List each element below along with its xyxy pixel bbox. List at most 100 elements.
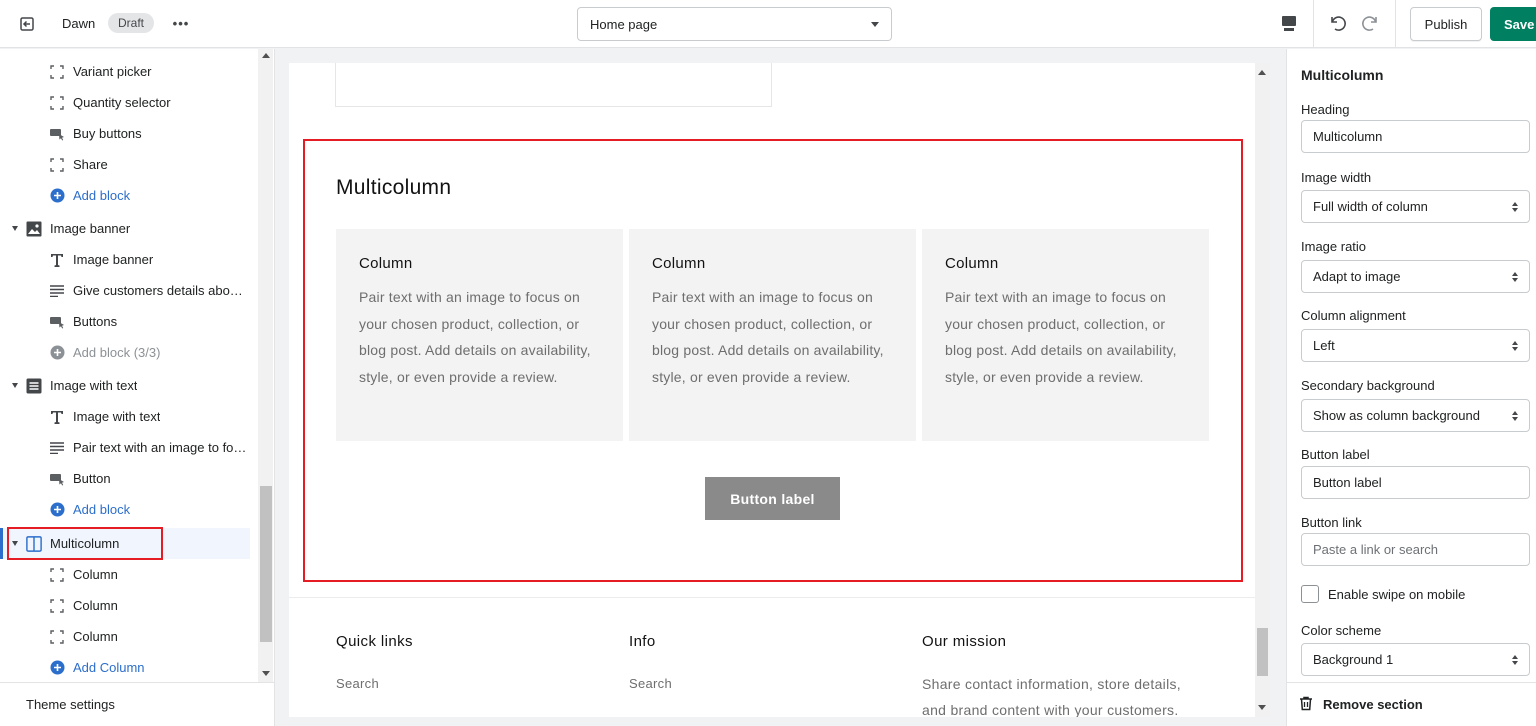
section-tree: Variant picker Quantity selector Buy but… xyxy=(0,49,258,682)
scroll-up-arrow-icon[interactable] xyxy=(262,53,270,58)
checkbox-box[interactable] xyxy=(1301,585,1319,603)
column-alignment-label: Column alignment xyxy=(1301,308,1406,323)
sidebar-item-label: Column xyxy=(73,598,118,613)
button-label-input[interactable]: Button label xyxy=(1301,466,1530,499)
sidebar-item-label: Buttons xyxy=(73,314,118,329)
sidebar-scrollbar-thumb[interactable] xyxy=(260,486,272,642)
status-badge: Draft xyxy=(108,13,155,33)
sidebar-section-image-with-text[interactable]: Image with text xyxy=(0,370,250,401)
sidebar-item-variant-picker[interactable]: Variant picker xyxy=(0,56,250,87)
sidebar-section-image-banner[interactable]: Image banner xyxy=(0,213,250,244)
preview-scrollbar[interactable] xyxy=(1255,63,1270,717)
previous-section-box xyxy=(335,63,772,107)
trash-icon xyxy=(1299,696,1313,714)
sidebar-item-image-with-text-heading[interactable]: Image with text xyxy=(0,401,250,432)
columns-icon xyxy=(26,535,42,552)
sidebar-item-column-2[interactable]: Column xyxy=(0,590,250,621)
preview-scrollbar-thumb[interactable] xyxy=(1257,628,1268,676)
theme-settings-button[interactable]: Theme settings xyxy=(0,682,274,726)
footer-link-search[interactable]: Search xyxy=(336,676,379,691)
sidebar-item-buttons[interactable]: Buttons xyxy=(0,306,250,337)
block-bracket-icon xyxy=(49,629,65,645)
sidebar-item-label: Variant picker xyxy=(73,64,152,79)
heading-input[interactable]: Multicolumn xyxy=(1301,120,1530,153)
add-block-button-disabled[interactable]: Add block (3/3) xyxy=(0,337,250,368)
select-arrows-icon xyxy=(1512,340,1518,351)
enable-swipe-checkbox[interactable]: Enable swipe on mobile xyxy=(1301,585,1465,603)
desktop-preview-icon[interactable] xyxy=(1278,12,1300,36)
button-icon xyxy=(49,471,65,487)
sidebar-item-button[interactable]: Button xyxy=(0,463,250,494)
enable-swipe-label: Enable swipe on mobile xyxy=(1328,586,1466,602)
page-selector[interactable]: Home page xyxy=(577,7,892,41)
plus-circle-icon xyxy=(49,345,65,361)
sidebar-item-label: Give customers details about … xyxy=(73,283,250,298)
plus-circle-icon xyxy=(49,502,65,518)
sidebar-item-column-3[interactable]: Column xyxy=(0,621,250,652)
sidebar-item-share[interactable]: Share xyxy=(0,149,250,180)
redo-icon[interactable] xyxy=(1358,10,1384,36)
exit-icon[interactable] xyxy=(14,12,40,36)
undo-icon[interactable] xyxy=(1324,10,1350,36)
image-width-select[interactable]: Full width of column xyxy=(1301,190,1530,223)
add-block-button[interactable]: Add block xyxy=(0,180,250,211)
select-arrows-icon xyxy=(1512,410,1518,421)
scroll-down-arrow-icon[interactable] xyxy=(262,671,270,676)
theme-name: Dawn xyxy=(62,16,96,31)
highlight-outline xyxy=(303,139,1243,582)
button-link-input[interactable]: Paste a link or search xyxy=(1301,533,1530,566)
footer-link-search[interactable]: Search xyxy=(629,676,672,691)
column-alignment-select[interactable]: Left xyxy=(1301,329,1530,362)
sidebar-section-multicolumn[interactable]: Multicolumn xyxy=(0,528,250,559)
sidebar-item-label: Quantity selector xyxy=(73,95,171,110)
footer-heading-our-mission: Our mission xyxy=(922,633,1007,650)
sidebar-item-label: Add block xyxy=(73,188,131,203)
caret-down-icon[interactable] xyxy=(12,541,18,546)
block-bracket-icon xyxy=(49,567,65,583)
sidebar-item-image-banner-heading[interactable]: Image banner xyxy=(0,244,250,275)
publish-button[interactable]: Publish xyxy=(1410,7,1482,41)
button-icon xyxy=(49,126,65,142)
remove-section-label: Remove section xyxy=(1323,697,1423,712)
remove-section-button[interactable]: Remove section xyxy=(1287,682,1536,726)
scroll-down-arrow-icon[interactable] xyxy=(1258,705,1266,710)
color-scheme-select[interactable]: Background 1 xyxy=(1301,643,1530,676)
scroll-up-arrow-icon[interactable] xyxy=(1258,70,1266,75)
image-icon xyxy=(26,221,42,237)
image-ratio-label: Image ratio xyxy=(1301,239,1367,254)
footer-mission-text: Share contact information, store details… xyxy=(922,676,1181,717)
section-sidebar: Variant picker Quantity selector Buy but… xyxy=(0,49,275,726)
color-scheme-label: Color scheme xyxy=(1301,623,1382,638)
sidebar-item-buy-buttons[interactable]: Buy buttons xyxy=(0,118,250,149)
toolbar-divider xyxy=(1395,0,1396,48)
block-bracket-icon xyxy=(49,157,65,173)
select-arrows-icon xyxy=(1512,201,1518,212)
footer-heading-quick-links: Quick links xyxy=(336,633,413,650)
add-column-button[interactable]: Add Column xyxy=(0,652,250,682)
sidebar-item-image-with-text-body[interactable]: Pair text with an image to foc... xyxy=(0,432,250,463)
image-ratio-select[interactable]: Adapt to image xyxy=(1301,260,1530,293)
top-bar: Dawn Draft ••• Home page Publish Save xyxy=(0,0,1536,48)
sidebar-item-label: Multicolumn xyxy=(50,536,120,551)
sidebar-item-label: Column xyxy=(73,567,118,582)
text-icon xyxy=(49,252,65,268)
select-arrows-icon xyxy=(1512,654,1518,665)
caret-down-icon[interactable] xyxy=(12,226,18,231)
sidebar-item-label: Add block xyxy=(73,502,131,517)
sidebar-item-column-1[interactable]: Column xyxy=(0,559,250,590)
button-icon xyxy=(49,314,65,330)
store-preview: Multicolumn Column Pair text with an ima… xyxy=(289,63,1255,717)
more-actions-icon[interactable]: ••• xyxy=(170,12,192,34)
sidebar-item-quantity-selector[interactable]: Quantity selector xyxy=(0,87,250,118)
footer-heading-info: Info xyxy=(629,633,656,650)
secondary-background-select[interactable]: Show as column background xyxy=(1301,399,1530,432)
sidebar-item-label: Image banner xyxy=(50,221,131,236)
paragraph-icon xyxy=(49,440,65,456)
color-scheme-value: Background 1 xyxy=(1313,652,1394,667)
caret-down-icon[interactable] xyxy=(12,383,18,388)
save-button[interactable]: Save xyxy=(1490,7,1536,41)
sidebar-item-label: Image with text xyxy=(50,378,138,393)
paragraph-icon xyxy=(49,283,65,299)
add-block-button[interactable]: Add block xyxy=(0,494,250,525)
sidebar-item-image-banner-text[interactable]: Give customers details about … xyxy=(0,275,250,306)
